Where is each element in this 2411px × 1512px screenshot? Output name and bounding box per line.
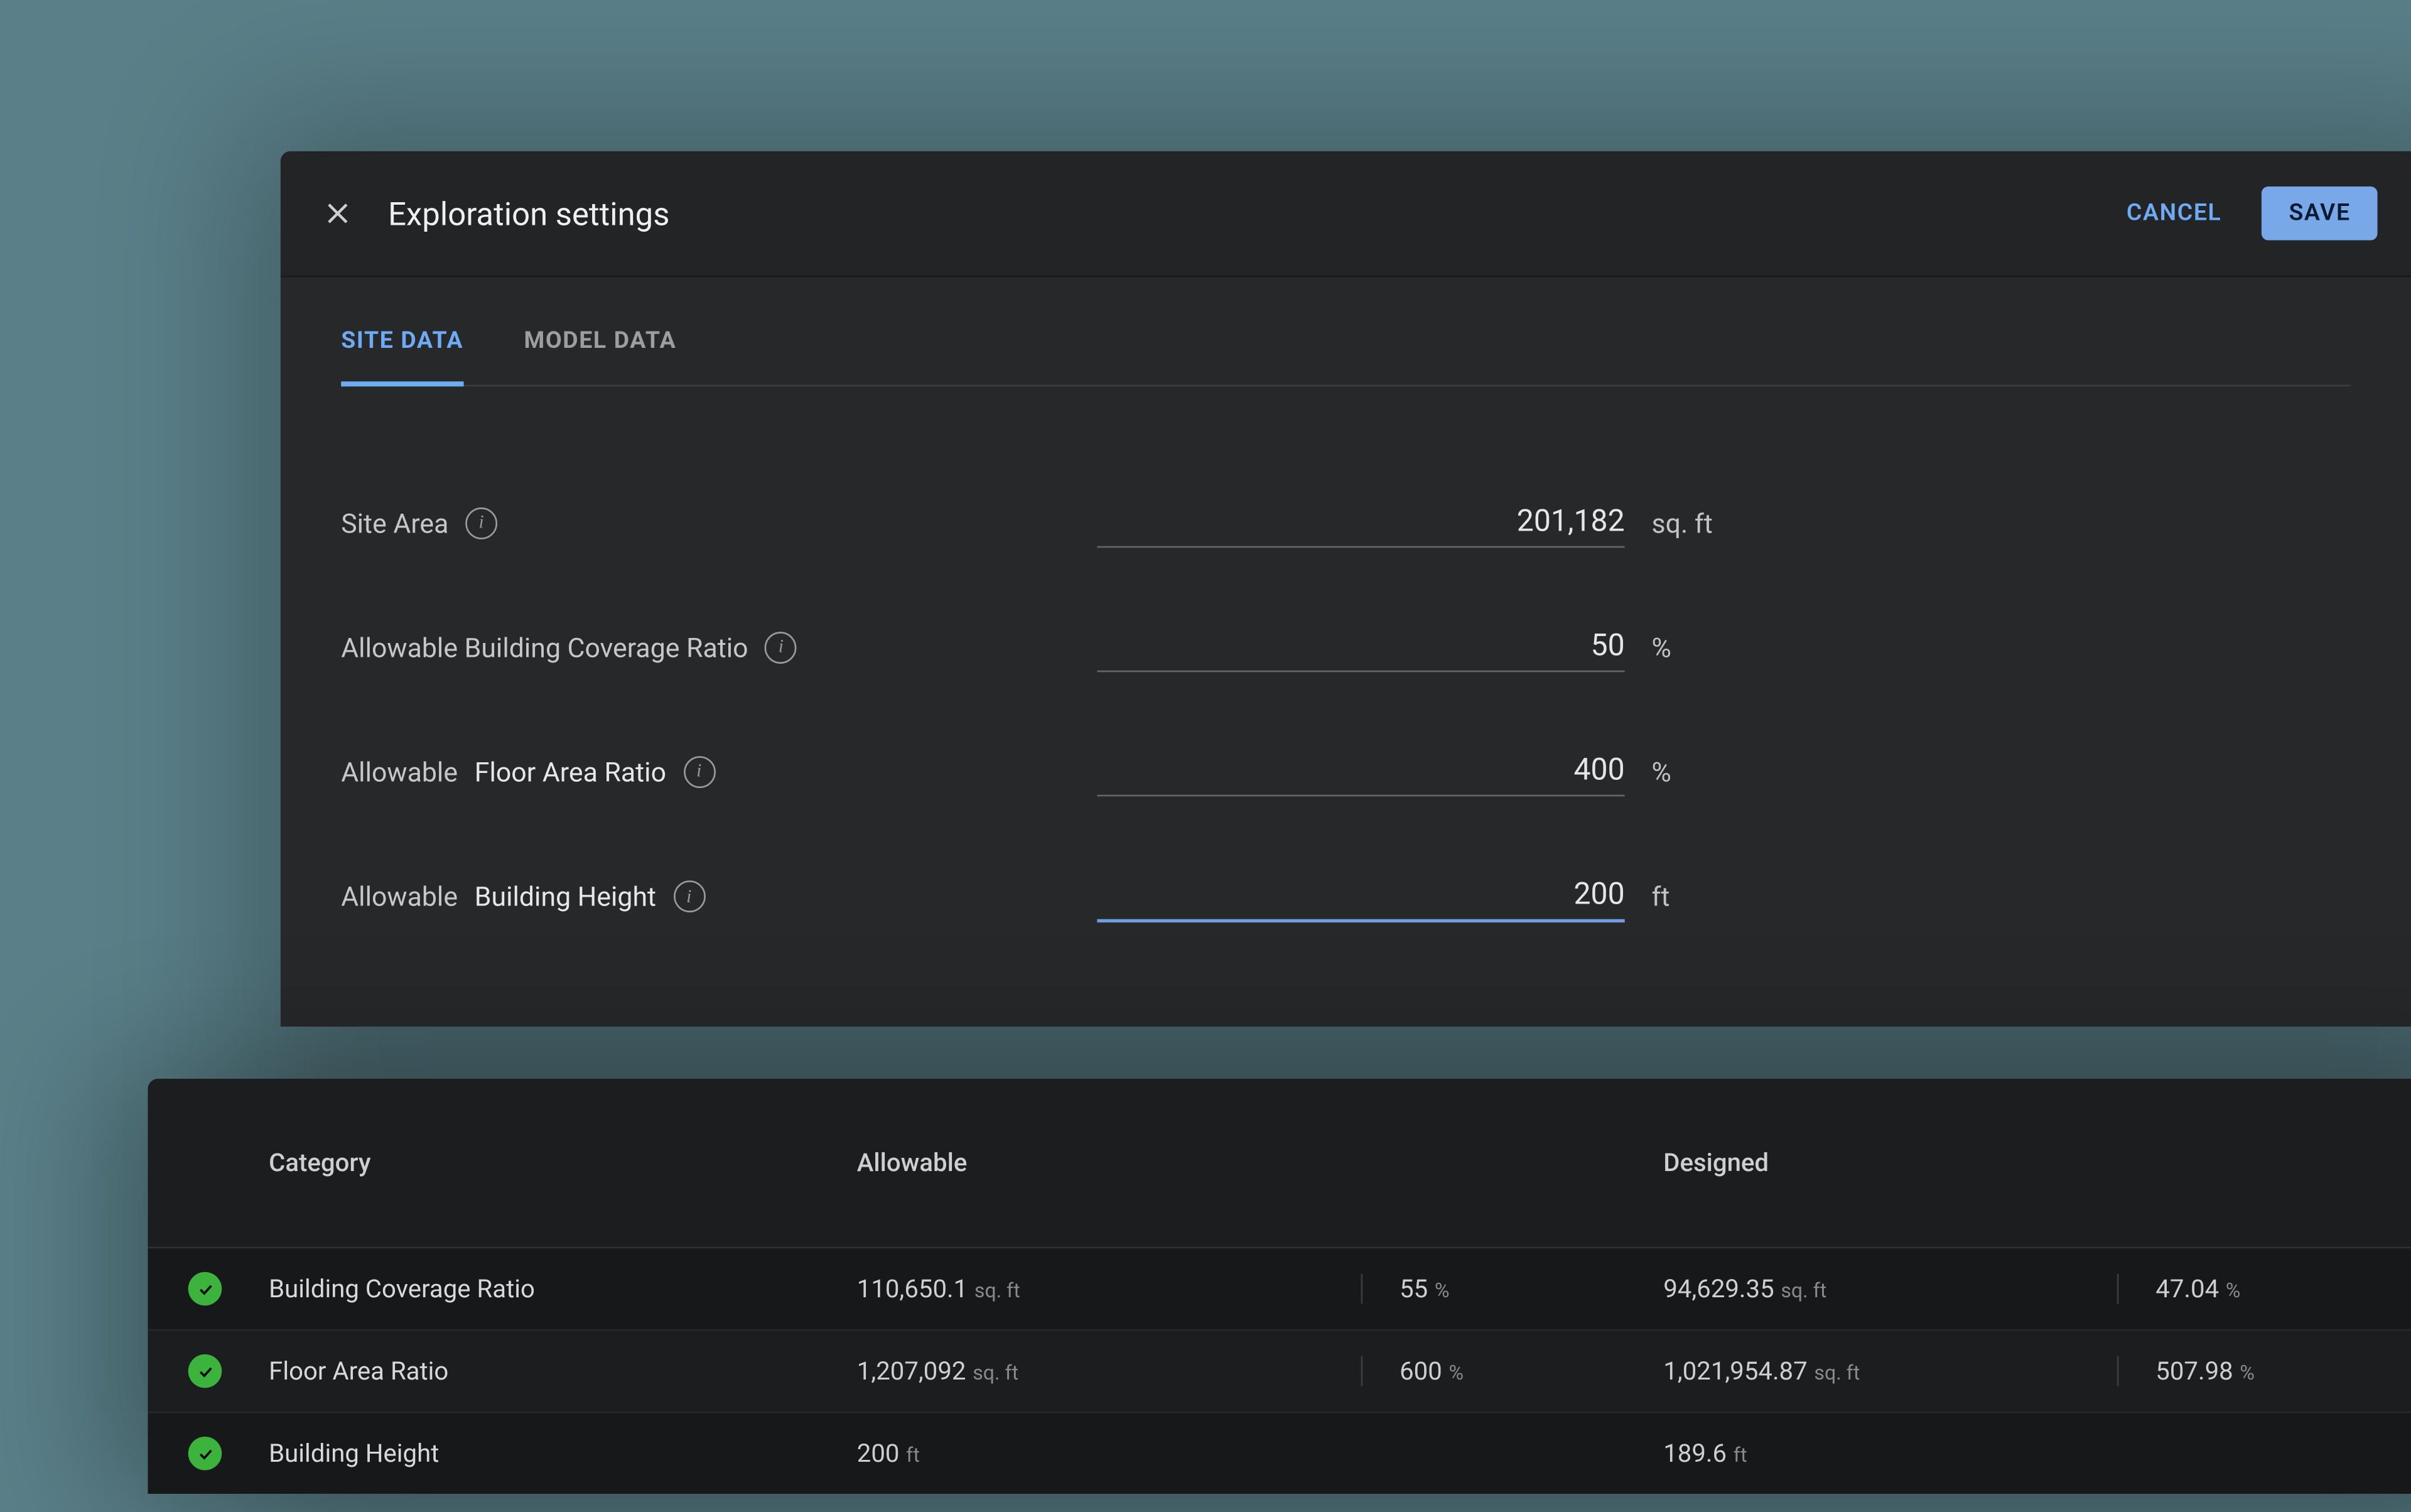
coverage-ratio-input[interactable]	[1097, 622, 1624, 672]
check-icon	[188, 1272, 222, 1306]
bh-label-pre: Allowable	[341, 880, 458, 912]
bh-label-strong: Building Height	[475, 880, 656, 912]
check-icon	[188, 1354, 222, 1388]
table-row: Building Height 200ft 189.6ft 94.8%	[148, 1413, 2411, 1494]
cell-category: Building Coverage Ratio	[269, 1273, 857, 1304]
cell-allowable: 200ft	[857, 1439, 1361, 1469]
dialog-header: Exploration settings CANCEL SAVE	[281, 151, 2411, 278]
table-row: Building Coverage Ratio 110,650.1sq. ft …	[148, 1248, 2411, 1331]
dialog-title: Exploration settings	[388, 194, 669, 233]
save-button[interactable]: SAVE	[2262, 186, 2378, 240]
bh-input[interactable]	[1097, 870, 1624, 922]
cell-designed: 94,629.35sq. ft	[1663, 1273, 2117, 1304]
field-coverage-ratio: Allowable Building Coverage Ratio %	[341, 585, 2350, 709]
info-icon[interactable]	[683, 755, 715, 787]
col-allowable: Allowable	[857, 1148, 1361, 1178]
tabs: SITE DATA MODEL DATA	[341, 321, 2350, 386]
table-row: Floor Area Ratio 1,207,092sq. ft 600% 1,…	[148, 1331, 2411, 1413]
info-icon[interactable]	[673, 880, 705, 912]
cell-designed-pct: 47.04%	[2117, 1273, 2411, 1304]
col-designed: Designed	[1663, 1148, 2117, 1178]
far-label-strong: Floor Area Ratio	[475, 755, 666, 787]
cell-category: Floor Area Ratio	[269, 1356, 857, 1386]
col-category: Category	[269, 1148, 857, 1178]
dialog-body: SITE DATA MODEL DATA Site Area sq. ft Al…	[281, 278, 2411, 1027]
far-unit: %	[1625, 755, 1726, 787]
summary-table: Category Allowable Designed Designed to …	[148, 1079, 2411, 1494]
bh-unit: ft	[1625, 880, 1726, 912]
cell-allowable-pct: 600%	[1361, 1356, 1664, 1386]
field-floor-area-ratio: Allowable Floor Area Ratio %	[341, 709, 2350, 833]
settings-dialog: Exploration settings CANCEL SAVE SITE DA…	[281, 151, 2411, 1027]
coverage-ratio-unit: %	[1625, 631, 1726, 663]
cell-allowable-pct: 55%	[1361, 1273, 1664, 1304]
tab-model-data[interactable]: MODEL DATA	[524, 321, 676, 385]
site-area-input[interactable]	[1097, 497, 1624, 548]
tab-site-data[interactable]: SITE DATA	[341, 321, 463, 386]
info-icon[interactable]	[465, 507, 497, 539]
far-label-pre: Allowable	[341, 755, 458, 787]
cell-designed: 1,021,954.87sq. ft	[1663, 1356, 2117, 1386]
field-site-area: Site Area sq. ft	[341, 460, 2350, 585]
site-area-unit: sq. ft	[1625, 507, 1726, 539]
cancel-button[interactable]: CANCEL	[2103, 186, 2245, 240]
field-building-height: Allowable Building Height ft	[341, 833, 2350, 959]
coverage-ratio-label: Allowable Building Coverage Ratio	[341, 631, 748, 663]
close-icon[interactable]	[314, 190, 361, 237]
cell-designed: 189.6ft	[1663, 1439, 2117, 1469]
cell-category: Building Height	[269, 1439, 857, 1469]
cell-allowable: 1,207,092sq. ft	[857, 1356, 1361, 1386]
cell-allowable: 110,650.1sq. ft	[857, 1273, 1361, 1304]
site-area-label: Site Area	[341, 507, 448, 539]
summary-header-row: Category Allowable Designed Designed to …	[148, 1079, 2411, 1248]
info-icon[interactable]	[765, 631, 797, 663]
check-icon	[188, 1437, 222, 1471]
cell-designed-pct: 507.98%	[2117, 1356, 2411, 1386]
far-input[interactable]	[1097, 746, 1624, 796]
